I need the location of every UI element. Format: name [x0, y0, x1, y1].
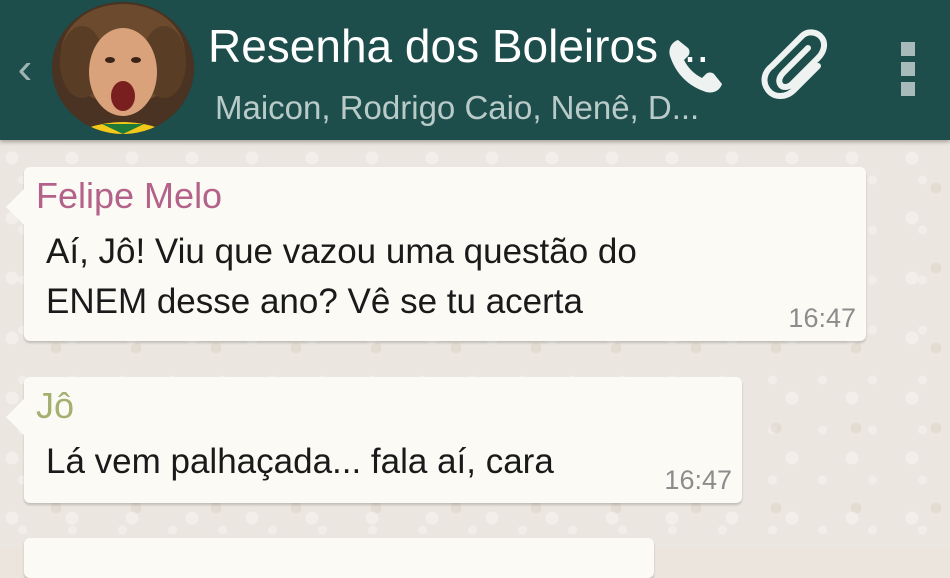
phone-icon[interactable]	[660, 30, 730, 100]
message-line: Aí, Jô! Viu que vazou uma questão do	[46, 232, 637, 271]
message-text: Aí, Jô! Viu que vazou uma questão do ENE…	[46, 227, 637, 327]
bubble-tail	[6, 399, 24, 435]
message-line: Lá vem palhaçada... fala aí, cara	[46, 442, 554, 481]
message-timestamp: 16:47	[664, 465, 732, 495]
back-chevron-icon[interactable]: ‹	[8, 42, 42, 96]
message-sender[interactable]: Felipe Melo	[36, 173, 222, 219]
group-avatar[interactable]	[52, 2, 194, 134]
chat-participants[interactable]: Maicon, Rodrigo Caio, Nenê, D...	[215, 86, 735, 130]
message-bubble[interactable]: Jô Lá vem palhaçada... fala aí, cara 16:…	[6, 377, 742, 503]
message-sender[interactable]: Jô	[36, 383, 74, 429]
avatar-image	[52, 2, 194, 134]
menu-dot	[901, 62, 915, 76]
bubble-tail	[6, 189, 24, 225]
menu-dot	[901, 82, 915, 96]
overflow-menu-icon[interactable]	[890, 34, 926, 104]
menu-dot	[901, 42, 915, 56]
chat-header: ‹ Resenha dos Boleiros ... Maicon, Rodri…	[0, 0, 950, 140]
message-timestamp: 16:47	[788, 303, 856, 333]
message-bubble[interactable]: Felipe Melo Aí, Jô! Viu que vazou uma qu…	[6, 167, 866, 341]
message-bubble-partial[interactable]	[24, 538, 654, 578]
message-text: Lá vem palhaçada... fala aí, cara	[46, 437, 554, 487]
attachment-clip-icon[interactable]	[760, 26, 840, 106]
message-line: ENEM desse ano? Vê se tu acerta	[46, 282, 583, 321]
